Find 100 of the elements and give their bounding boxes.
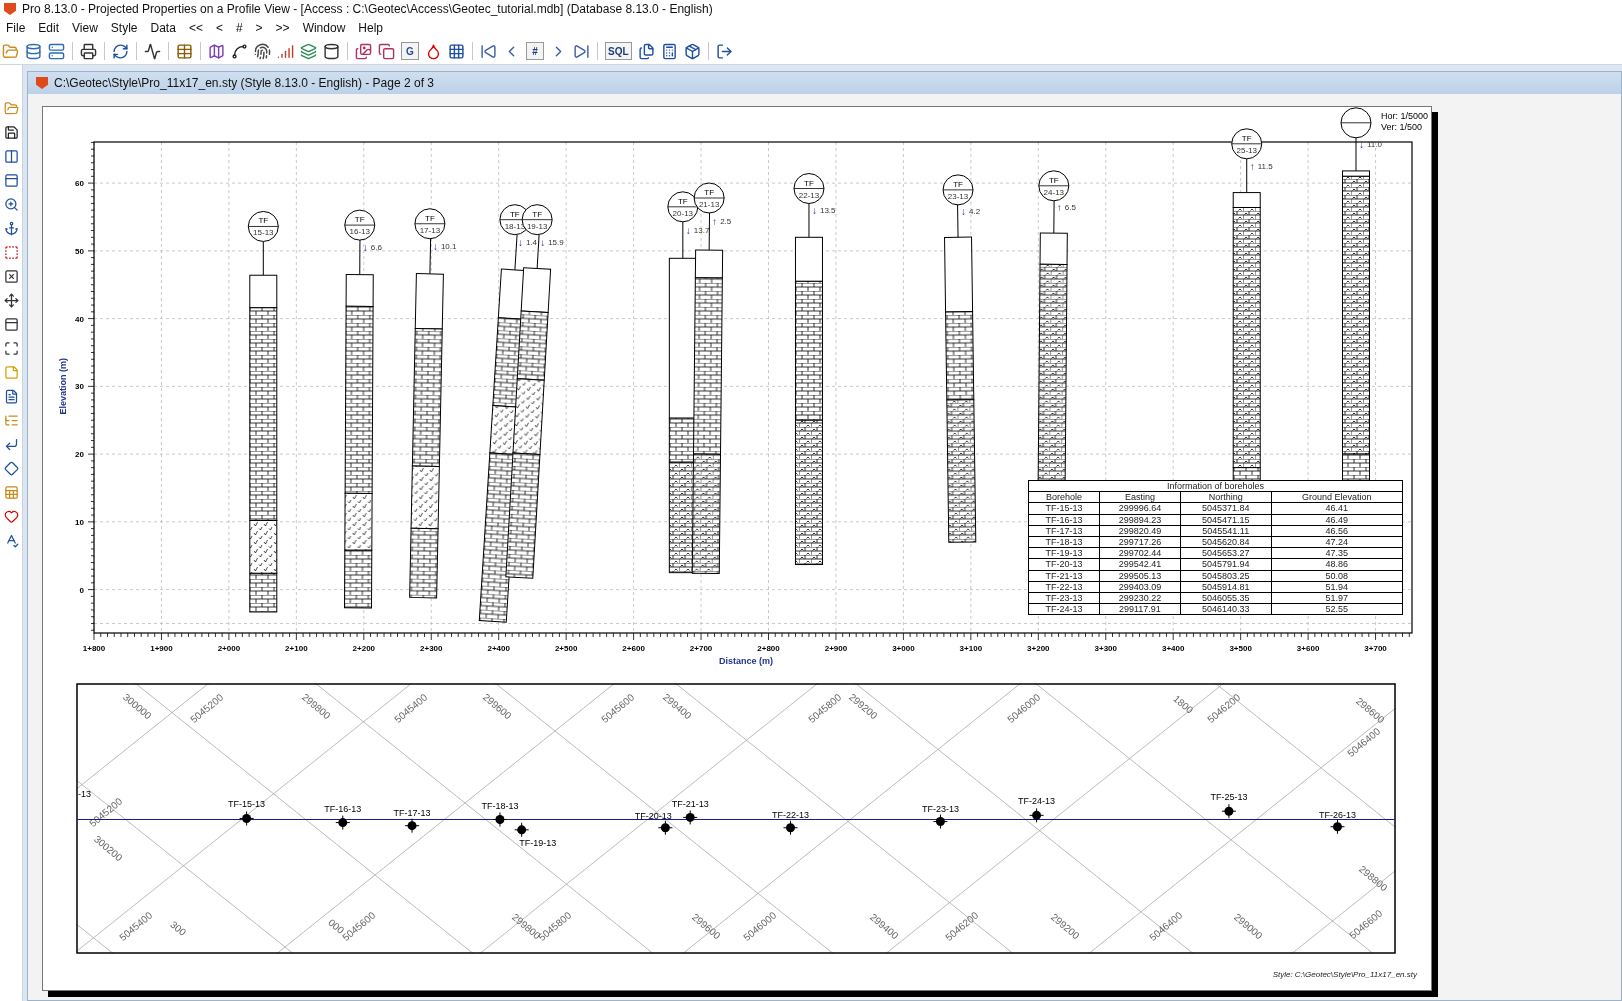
water-level-arrow: ↓ <box>362 242 368 254</box>
table-cell: 50.08 <box>1271 570 1403 582</box>
point-label: TF-26-13 <box>1318 809 1356 820</box>
borehole-id: 19-13 <box>526 221 548 231</box>
panel-icon[interactable] <box>3 173 19 188</box>
table-cell: 5045541.11 <box>1180 525 1271 537</box>
images-icon[interactable] <box>355 42 372 60</box>
x-tick-label: 2+100 <box>285 644 308 653</box>
server-icon[interactable] <box>48 42 65 60</box>
menu-item[interactable]: << <box>184 21 212 35</box>
table-cell: 299820.49 <box>1099 525 1181 537</box>
table-cell: 5045803.25 <box>1180 570 1271 582</box>
y-tick-label: 10 <box>75 517 84 527</box>
copy-icon[interactable] <box>378 42 395 60</box>
zoom-icon[interactable] <box>3 197 19 212</box>
table-cell: 5045791.94 <box>1180 558 1271 570</box>
curve-icon[interactable] <box>231 42 248 60</box>
save-icon[interactable] <box>3 125 19 140</box>
droplet-icon[interactable] <box>425 42 442 60</box>
page-number-button[interactable]: # <box>526 42 544 60</box>
menu-item[interactable]: Data <box>146 21 185 35</box>
list-icon[interactable] <box>3 413 19 428</box>
table-cell: TF-16-13 <box>1028 514 1100 526</box>
borehole-point-icon <box>514 822 530 838</box>
cylinder-icon[interactable] <box>323 42 340 60</box>
menu-item[interactable]: >> <box>271 21 299 35</box>
point-label: TF-22-13 <box>772 809 809 820</box>
frame-icon[interactable] <box>3 317 19 332</box>
table-cell: TF-24-13 <box>1028 603 1100 615</box>
water-level-reading: 1.4 <box>525 238 537 248</box>
menu-item[interactable]: < <box>211 21 232 35</box>
menu-item[interactable]: Edit <box>34 21 69 35</box>
dot-grid-icon[interactable] <box>448 42 465 60</box>
bar-chart-icon[interactable] <box>277 42 294 60</box>
files-icon[interactable] <box>637 42 655 60</box>
menu-item[interactable]: View <box>68 21 107 35</box>
calculator-icon[interactable] <box>660 42 678 60</box>
borehole-prefix: TF <box>354 215 365 225</box>
menu-item[interactable]: Help <box>354 21 392 35</box>
water-level-arrow: ↑ <box>1249 160 1255 172</box>
y-tick-label: 20 <box>75 450 84 460</box>
water-level-reading: 13.5 <box>819 206 836 216</box>
sql-button[interactable]: SQL <box>605 42 632 60</box>
document-title: C:\Geotec\Style\Pro_11x17_en.sty (Style 8.13.0 - English) - Page 2 of 3 <box>54 76 434 90</box>
water-level-reading: 6.5 <box>1064 203 1076 213</box>
borehole-id: 20-13 <box>672 208 694 218</box>
menu-item[interactable]: File <box>2 21 35 35</box>
first-page-icon[interactable] <box>480 42 497 60</box>
point-label: TF-21-13 <box>671 799 709 810</box>
y-tick-label: 30 <box>75 382 84 392</box>
water-level-reading: 4.2 <box>969 207 981 217</box>
table-cell: 5046055.35 <box>1180 592 1271 604</box>
table-cell: 299702.44 <box>1099 547 1181 559</box>
water-level-arrow: ↓ <box>432 241 438 253</box>
menu-item[interactable]: > <box>251 21 272 35</box>
table-cell: TF-22-13 <box>1028 581 1100 593</box>
table-cell: TF-21-13 <box>1028 570 1100 582</box>
x-tick-label: 3+400 <box>1161 644 1185 653</box>
borehole-point-icon <box>239 810 255 826</box>
selection-icon[interactable] <box>3 245 19 260</box>
borehole-label-circle <box>942 174 974 206</box>
database-icon[interactable] <box>25 42 42 60</box>
water-level-reading: 2.5 <box>720 217 732 227</box>
point-label: TF-20-13 <box>634 810 672 821</box>
anchor-icon[interactable] <box>3 221 19 236</box>
borehole-label-circle <box>693 182 725 214</box>
refresh-icon[interactable] <box>112 42 129 60</box>
table-icon[interactable] <box>176 42 193 60</box>
last-page-icon[interactable] <box>573 42 590 60</box>
x-tick-label: 2+000 <box>217 644 241 653</box>
table-cell: 299996.64 <box>1099 502 1181 515</box>
printer-icon[interactable] <box>80 42 97 60</box>
x-tick-label: 3+000 <box>892 644 915 653</box>
menu-item[interactable]: Style <box>106 21 147 35</box>
exit-icon[interactable] <box>715 42 733 60</box>
menu-item[interactable]: # <box>231 21 252 35</box>
heart-icon[interactable] <box>3 509 19 524</box>
line-chart-icon[interactable] <box>144 42 161 60</box>
column-header: Northing <box>1180 491 1271 503</box>
folder-icon[interactable] <box>3 101 19 116</box>
map-icon[interactable] <box>208 42 225 60</box>
folder-icon[interactable] <box>2 42 19 60</box>
table-cell: 51.97 <box>1271 592 1403 604</box>
borehole-label-circle <box>414 208 446 240</box>
table-title: Information of boreholes <box>1028 480 1403 492</box>
borehole-id: 25-13 <box>1236 145 1257 155</box>
g-tool-button[interactable]: G <box>401 42 419 60</box>
package-icon[interactable] <box>683 42 701 60</box>
x-axis-title: Distance (m) <box>719 656 774 666</box>
sheet-icon[interactable] <box>3 485 19 500</box>
square-x-icon[interactable] <box>3 269 19 284</box>
point-label: -13 <box>78 788 91 799</box>
layers-icon[interactable] <box>300 42 317 60</box>
columns-icon[interactable] <box>3 149 19 164</box>
menu-item[interactable]: Window <box>298 21 355 35</box>
maximize-icon[interactable] <box>3 341 19 356</box>
move-icon[interactable] <box>3 293 19 308</box>
diamond-icon[interactable] <box>3 461 19 476</box>
column-header: Ground Elevation <box>1271 491 1403 503</box>
corner-icon[interactable] <box>3 437 19 452</box>
